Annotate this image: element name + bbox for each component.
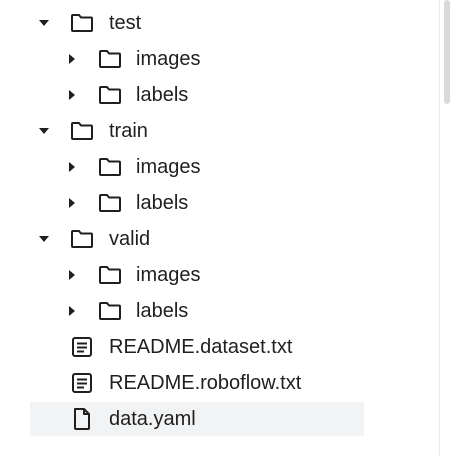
tree-row-label: images [136,264,201,286]
caret-down-icon[interactable] [37,124,51,138]
tree-row-data-yaml[interactable]: data.yaml [30,402,364,436]
tree-row-test-labels[interactable]: labels [30,78,364,112]
file-tree: test images labels train images labels v… [0,0,440,456]
tree-row-label: data.yaml [109,408,196,430]
caret-right-icon[interactable] [65,268,79,282]
caret-right-icon[interactable] [65,160,79,174]
folder-icon [70,227,94,251]
vertical-scrollbar[interactable] [439,0,450,456]
tree-row-label: test [109,12,142,34]
tree-row-label: README.dataset.txt [109,336,293,358]
tree-row-readme-dataset[interactable]: README.dataset.txt [30,330,364,364]
scrollbar-thumb[interactable] [444,0,450,104]
caret-right-icon[interactable] [65,304,79,318]
caret-down-icon[interactable] [37,16,51,30]
text-file-icon [70,371,94,395]
text-file-icon [70,335,94,359]
folder-icon [70,11,94,35]
tree-row-valid-images[interactable]: images [30,258,364,292]
folder-icon [98,191,122,215]
tree-row-label: train [109,120,148,142]
tree-row-label: labels [136,300,189,322]
tree-row-test-images[interactable]: images [30,42,364,76]
tree-row-test[interactable]: test [30,6,364,40]
folder-icon [98,263,122,287]
tree-row-label: labels [136,192,189,214]
folder-icon [98,155,122,179]
folder-icon [98,83,122,107]
tree-row-valid-labels[interactable]: labels [30,294,364,328]
tree-row-train[interactable]: train [30,114,364,148]
caret-right-icon[interactable] [65,52,79,66]
caret-down-icon[interactable] [37,232,51,246]
folder-icon [70,119,94,143]
folder-icon [98,299,122,323]
tree-row-label: valid [109,228,151,250]
caret-right-icon[interactable] [65,196,79,210]
tree-row-label: images [136,48,201,70]
tree-row-train-images[interactable]: images [30,150,364,184]
folder-icon [98,47,122,71]
tree-row-label: README.roboflow.txt [109,372,302,394]
tree-row-label: images [136,156,201,178]
caret-right-icon[interactable] [65,88,79,102]
tree-row-readme-roboflow[interactable]: README.roboflow.txt [30,366,364,400]
file-icon [70,407,94,431]
tree-row-valid[interactable]: valid [30,222,364,256]
tree-row-label: labels [136,84,189,106]
tree-row-train-labels[interactable]: labels [30,186,364,220]
